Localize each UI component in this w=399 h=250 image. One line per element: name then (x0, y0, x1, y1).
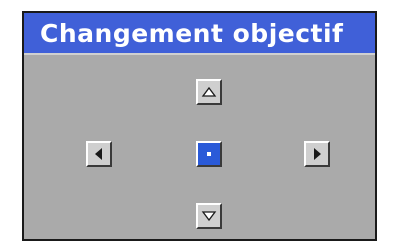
center-button[interactable] (196, 141, 222, 167)
shift-left-button[interactable] (86, 141, 112, 167)
shift-up-button[interactable] (196, 79, 222, 105)
shift-right-button[interactable] (304, 141, 330, 167)
center-dot-icon (207, 152, 211, 156)
lens-shift-dialog: Changement objectif (22, 11, 377, 241)
lens-shift-controls (24, 55, 375, 239)
triangle-up-icon (201, 86, 217, 97)
title-bar: Changement objectif (24, 13, 375, 55)
triangle-left-icon (95, 148, 102, 160)
dialog-title: Changement objectif (40, 19, 344, 48)
triangle-right-icon (314, 148, 321, 160)
shift-down-button[interactable] (196, 203, 222, 229)
triangle-down-icon (201, 211, 217, 222)
